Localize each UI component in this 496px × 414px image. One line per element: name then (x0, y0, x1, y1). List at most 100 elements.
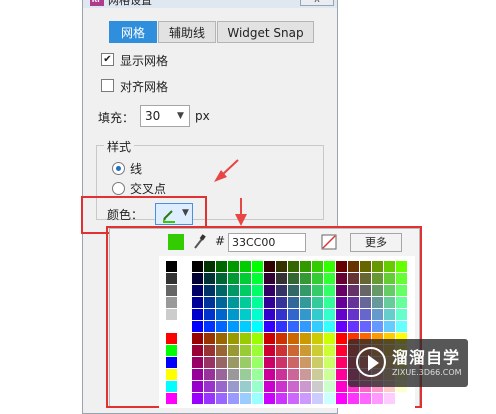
color-swatch[interactable] (240, 261, 251, 272)
color-swatch[interactable] (288, 285, 299, 296)
color-swatch[interactable] (348, 393, 359, 404)
color-swatch[interactable] (166, 285, 177, 296)
color-swatch[interactable] (324, 345, 335, 356)
color-swatch[interactable] (360, 273, 371, 284)
color-swatch[interactable] (300, 393, 311, 404)
color-swatch[interactable] (240, 321, 251, 332)
color-swatch[interactable] (228, 273, 239, 284)
color-swatch[interactable] (192, 345, 203, 356)
color-swatch[interactable] (252, 393, 263, 404)
color-swatch[interactable] (240, 297, 251, 308)
color-swatch[interactable] (192, 333, 203, 344)
color-swatch[interactable] (372, 309, 383, 320)
color-swatch[interactable] (312, 309, 323, 320)
color-swatch[interactable] (312, 357, 323, 368)
color-swatch[interactable] (336, 345, 347, 356)
color-swatch[interactable] (204, 345, 215, 356)
color-swatch[interactable] (264, 369, 275, 380)
color-swatch[interactable] (336, 285, 347, 296)
color-swatch[interactable] (252, 333, 263, 344)
color-swatch[interactable] (288, 261, 299, 272)
color-swatch[interactable] (276, 285, 287, 296)
color-swatch[interactable] (300, 309, 311, 320)
color-swatch[interactable] (288, 393, 299, 404)
color-swatch[interactable] (228, 369, 239, 380)
color-swatch[interactable] (216, 369, 227, 380)
color-swatch[interactable] (240, 309, 251, 320)
color-swatch[interactable] (360, 393, 371, 404)
color-swatch[interactable] (348, 321, 359, 332)
color-swatch[interactable] (372, 321, 383, 332)
color-swatch[interactable] (228, 345, 239, 356)
color-swatch[interactable] (252, 345, 263, 356)
color-swatch[interactable] (324, 309, 335, 320)
color-swatch[interactable] (336, 381, 347, 392)
color-swatch[interactable] (348, 261, 359, 272)
color-swatch[interactable] (192, 393, 203, 404)
color-swatch[interactable] (264, 273, 275, 284)
color-swatch[interactable] (276, 393, 287, 404)
color-swatch[interactable] (192, 381, 203, 392)
color-swatch[interactable] (204, 261, 215, 272)
color-swatch[interactable] (348, 297, 359, 308)
color-swatch[interactable] (288, 309, 299, 320)
color-swatch[interactable] (312, 261, 323, 272)
color-swatch[interactable] (276, 357, 287, 368)
color-swatch[interactable] (372, 261, 383, 272)
color-swatch[interactable] (216, 381, 227, 392)
color-swatch[interactable] (204, 381, 215, 392)
color-swatch[interactable] (288, 297, 299, 308)
color-swatch[interactable] (204, 297, 215, 308)
color-swatch[interactable] (336, 333, 347, 344)
color-swatch[interactable] (240, 369, 251, 380)
color-swatch[interactable] (396, 393, 407, 404)
color-swatch[interactable] (228, 357, 239, 368)
color-swatch[interactable] (276, 321, 287, 332)
color-swatch[interactable] (166, 393, 177, 404)
color-swatch[interactable] (252, 261, 263, 272)
color-swatch[interactable] (312, 381, 323, 392)
color-swatch[interactable] (240, 285, 251, 296)
color-swatch[interactable] (216, 285, 227, 296)
color-swatch[interactable] (228, 393, 239, 404)
color-swatch[interactable] (166, 297, 177, 308)
color-swatch[interactable] (192, 357, 203, 368)
color-swatch[interactable] (384, 393, 395, 404)
color-swatch[interactable] (300, 285, 311, 296)
color-swatch[interactable] (324, 321, 335, 332)
color-swatch[interactable] (228, 285, 239, 296)
color-swatch[interactable] (312, 345, 323, 356)
color-swatch[interactable] (216, 261, 227, 272)
color-swatch[interactable] (300, 297, 311, 308)
color-swatch[interactable] (264, 333, 275, 344)
color-swatch[interactable] (384, 285, 395, 296)
color-swatch[interactable] (324, 333, 335, 344)
color-swatch[interactable] (336, 297, 347, 308)
color-swatch[interactable] (276, 261, 287, 272)
color-swatch[interactable] (372, 285, 383, 296)
color-swatch[interactable] (228, 333, 239, 344)
color-swatch[interactable] (360, 285, 371, 296)
color-swatch[interactable] (300, 381, 311, 392)
color-swatch[interactable] (324, 285, 335, 296)
color-swatch[interactable] (300, 321, 311, 332)
color-swatch[interactable] (240, 357, 251, 368)
color-swatch[interactable] (192, 309, 203, 320)
color-swatch[interactable] (192, 273, 203, 284)
color-swatch[interactable] (288, 273, 299, 284)
color-swatch[interactable] (216, 273, 227, 284)
color-swatch[interactable] (204, 357, 215, 368)
color-swatch[interactable] (396, 297, 407, 308)
color-swatch[interactable] (348, 273, 359, 284)
color-swatch[interactable] (240, 381, 251, 392)
color-swatch[interactable] (240, 345, 251, 356)
color-swatch[interactable] (384, 321, 395, 332)
color-swatch[interactable] (166, 345, 177, 356)
color-swatch[interactable] (204, 321, 215, 332)
color-swatch[interactable] (336, 261, 347, 272)
color-swatch[interactable] (166, 333, 177, 344)
color-swatch[interactable] (336, 357, 347, 368)
color-swatch[interactable] (396, 261, 407, 272)
color-swatch[interactable] (312, 285, 323, 296)
color-swatch[interactable] (264, 261, 275, 272)
